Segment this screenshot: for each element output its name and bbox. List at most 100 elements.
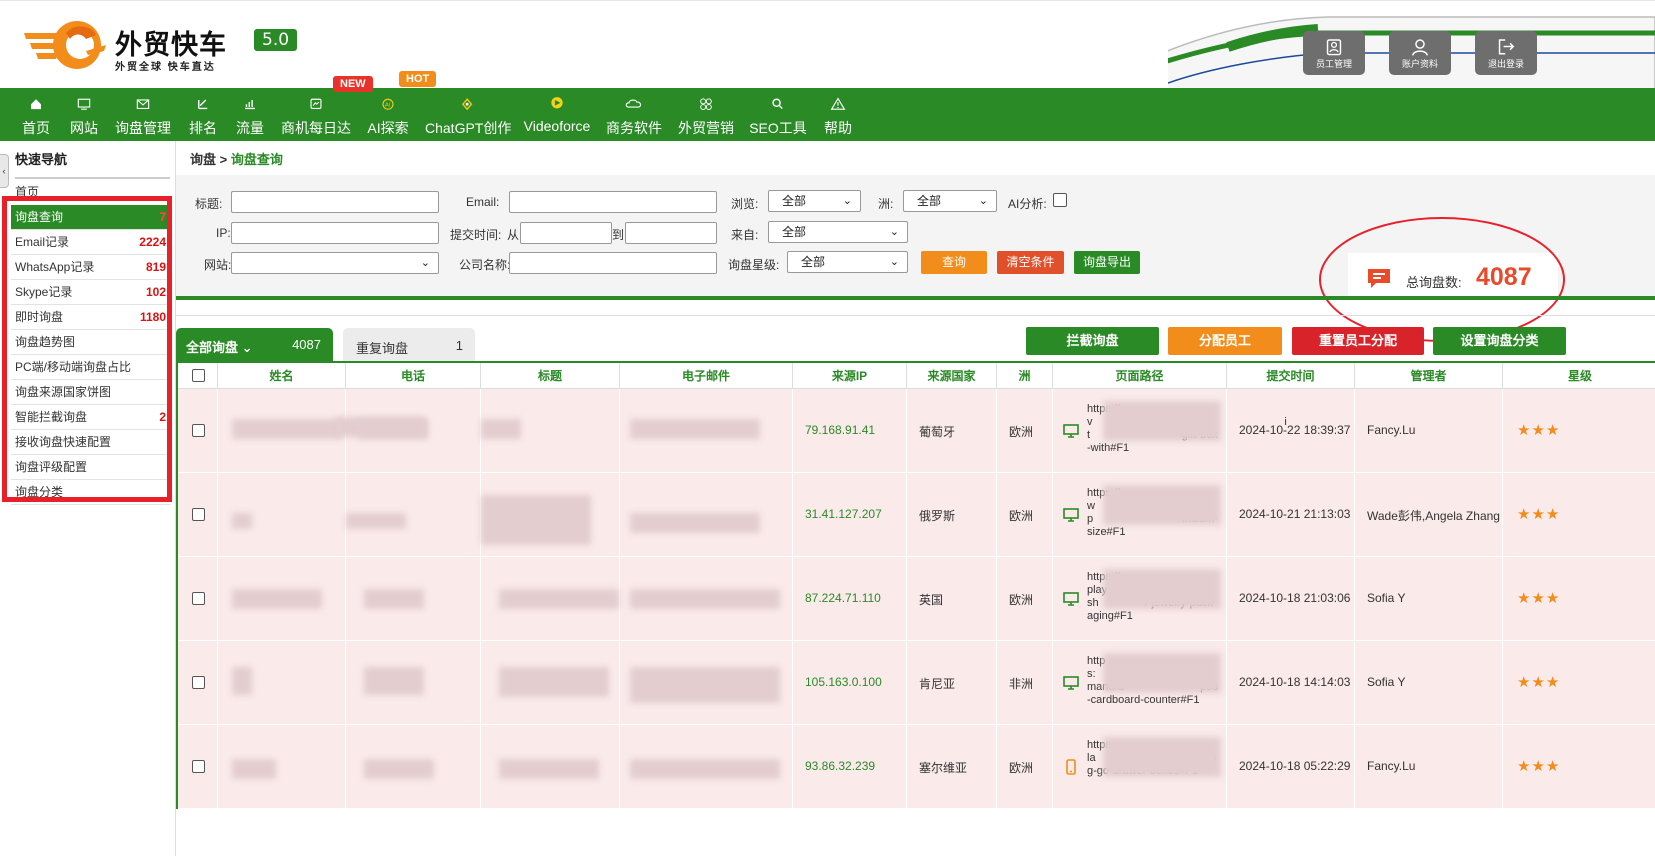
- column-header-submit-time[interactable]: 提交时间: [1227, 363, 1355, 389]
- time-from-input[interactable]: [520, 222, 612, 244]
- nav-daily-business[interactable]: 商机每日达: [281, 88, 351, 141]
- sidebar-item-device-ratio[interactable]: PC端/移动端询盘占比: [11, 355, 171, 380]
- row-checkbox[interactable]: [192, 592, 205, 605]
- source-select[interactable]: 全部 ⌄: [768, 221, 908, 243]
- row-checkbox[interactable]: [192, 508, 205, 521]
- star-rating-icon[interactable]: ★★★: [1517, 673, 1560, 691]
- sidebar-item-whatsapp[interactable]: WhatsApp记录 819: [11, 255, 171, 280]
- sidebar-item-inquiry-query[interactable]: 询盘查询 7: [11, 205, 171, 230]
- star-rating-icon[interactable]: ★★★: [1517, 505, 1560, 523]
- logout-button[interactable]: 退出登录: [1475, 31, 1537, 75]
- column-header-source-ip[interactable]: 来源IP: [793, 363, 907, 389]
- star-rating-icon[interactable]: ★★★: [1517, 757, 1560, 775]
- column-header-rating[interactable]: 星级: [1503, 363, 1655, 389]
- email-input[interactable]: [509, 191, 717, 213]
- redacted-content: [364, 589, 424, 609]
- row-checkbox[interactable]: [192, 424, 205, 437]
- column-header-title[interactable]: 标题: [481, 363, 620, 389]
- rating-cell[interactable]: ★★★: [1503, 641, 1655, 725]
- nav-ranking[interactable]: 排名: [183, 88, 223, 141]
- tab-all-count: 4087: [292, 337, 321, 352]
- account-profile-button[interactable]: 账户资料: [1389, 31, 1451, 75]
- nav-chatgpt[interactable]: ChatGPT创作: [425, 88, 511, 141]
- rating-cell[interactable]: ★★★: [1503, 389, 1655, 473]
- redacted-content: [1103, 401, 1221, 441]
- nav-videoforce[interactable]: Videoforce: [522, 88, 592, 141]
- nav-website[interactable]: 网站: [62, 88, 106, 141]
- row-checkbox[interactable]: [192, 760, 205, 773]
- rating-select[interactable]: 全部 ⌄: [787, 251, 908, 273]
- sidebar-item-email[interactable]: Email记录 2224: [11, 230, 171, 255]
- tab-duplicate-inquiries[interactable]: 重复询盘 1: [343, 328, 475, 361]
- column-header-country[interactable]: 来源国家: [907, 363, 997, 389]
- row-checkbox[interactable]: [192, 676, 205, 689]
- page-path-cell[interactable]: https: la mize-printing-go-drawer-boxes#…: [1053, 725, 1227, 809]
- redacted-content: [1103, 653, 1221, 693]
- email-label: Email:: [466, 195, 500, 209]
- company-input[interactable]: [509, 252, 717, 274]
- table-row[interactable]: 93.86.32.239 塞尔维亚 欧洲 https: la mize-printin…: [178, 725, 1655, 809]
- sidebar-item-smart-block[interactable]: 智能拦截询盘 2: [11, 405, 171, 430]
- sidebar-item-category[interactable]: 询盘分类: [11, 480, 171, 505]
- sidebar-item-quick-config[interactable]: 接收询盘快速配置: [11, 430, 171, 455]
- rating-cell[interactable]: ★★★: [1503, 725, 1655, 809]
- select-all-checkbox[interactable]: [192, 369, 205, 382]
- browse-select[interactable]: 全部 ⌄: [768, 190, 861, 212]
- star-rating-icon[interactable]: ★★★: [1517, 589, 1560, 607]
- page-path-cell[interactable]: https://v y it gift-box-with#F1: [1053, 389, 1287, 473]
- sidebar-item-trend-chart[interactable]: 询盘趋势图: [11, 330, 171, 355]
- title-input[interactable]: [231, 191, 439, 213]
- assign-staff-button[interactable]: 分配员工: [1168, 327, 1282, 355]
- sidebar-item-home[interactable]: 首页: [11, 181, 171, 203]
- clear-filter-button[interactable]: 清空条件: [997, 251, 1064, 274]
- source-select-value: 全部: [782, 225, 807, 239]
- nav-seo-tools[interactable]: SEO工具: [748, 88, 808, 141]
- continent-select[interactable]: 全部 ⌄: [903, 190, 997, 212]
- table-row[interactable]: 79.168.91.41 葡萄牙 欧洲 https://v y it gift-box…: [178, 389, 1655, 473]
- sidebar-item-skype[interactable]: Skype记录 102: [11, 280, 171, 305]
- query-button[interactable]: 查询: [921, 251, 987, 274]
- breadcrumb-root[interactable]: 询盘: [190, 152, 216, 167]
- sidebar-item-rating-config[interactable]: 询盘评级配置: [11, 455, 171, 480]
- export-button[interactable]: 询盘导出: [1074, 251, 1140, 274]
- column-header-phone[interactable]: 电话: [346, 363, 481, 389]
- ip-input[interactable]: [231, 222, 439, 244]
- nav-ai-explore[interactable]: AI AI探索: [364, 88, 412, 141]
- sidebar-item-country-pie[interactable]: 询盘来源国家饼图: [11, 380, 171, 405]
- page-path-cell[interactable]: https: manufa pos-cardboard-counter#F1: [1053, 641, 1227, 725]
- source-ip-cell: 31.41.127.207: [793, 473, 907, 557]
- table-row[interactable]: 87.224.71.110 英国 欧洲 https://v play stylish …: [178, 557, 1655, 641]
- nav-home[interactable]: 首页: [14, 88, 58, 141]
- rating-cell[interactable]: ★★★: [1503, 557, 1655, 641]
- website-select[interactable]: ⌄: [231, 252, 439, 274]
- column-header-continent[interactable]: 洲: [997, 363, 1053, 389]
- column-header-page-path[interactable]: 页面路径: [1053, 363, 1227, 389]
- sidebar-item-instant-inquiry[interactable]: 即时询盘 1180: [11, 305, 171, 330]
- column-header-email[interactable]: 电子邮件: [620, 363, 793, 389]
- staff-management-button[interactable]: 员工管理: [1303, 31, 1365, 75]
- nav-business-software[interactable]: 商务软件: [604, 88, 664, 141]
- brand-logo[interactable]: 外贸快车 5.0 外贸全球 快车直达: [22, 17, 298, 73]
- star-rating-icon[interactable]: ★★★: [1517, 421, 1560, 439]
- column-header-name[interactable]: 姓名: [218, 363, 346, 389]
- continent-cell-text: 欧洲: [1009, 509, 1034, 523]
- nav-traffic[interactable]: 流量: [230, 88, 270, 141]
- column-header-manager[interactable]: 管理者: [1355, 363, 1503, 389]
- table-row[interactable]: 31.41.127.207 俄罗斯 欧洲 https://w s p ...aism-…: [178, 473, 1655, 557]
- submit-time-cell: 2024-10-21 21:13:03: [1227, 473, 1355, 557]
- nav-inquiry-management[interactable]: 询盘管理: [113, 88, 173, 141]
- row-select-cell: [178, 725, 218, 809]
- nav-foreign-marketing[interactable]: 外贸营销: [676, 88, 736, 141]
- block-inquiry-button[interactable]: 拦截询盘: [1026, 327, 1159, 355]
- page-path-cell[interactable]: https://w s p ...aism-size#F1: [1053, 473, 1227, 557]
- tab-all-inquiries[interactable]: 全部询盘 ⌄ 4087: [176, 328, 333, 361]
- sidebar-collapse-toggle[interactable]: ‹: [0, 154, 9, 188]
- ai-analysis-checkbox[interactable]: [1053, 193, 1067, 207]
- reset-assignment-button[interactable]: 重置员工分配: [1292, 327, 1424, 355]
- page-path-cell[interactable]: https://v play stylish r-jewelry-packagi…: [1053, 557, 1227, 641]
- table-row[interactable]: 105.163.0.100 肯尼亚 非洲 https: manufa pos-card…: [178, 641, 1655, 725]
- nav-help[interactable]: 帮助: [816, 88, 860, 141]
- rating-cell[interactable]: ★★★: [1503, 473, 1655, 557]
- set-category-button[interactable]: 设置询盘分类: [1433, 327, 1566, 355]
- time-to-input[interactable]: [625, 222, 717, 244]
